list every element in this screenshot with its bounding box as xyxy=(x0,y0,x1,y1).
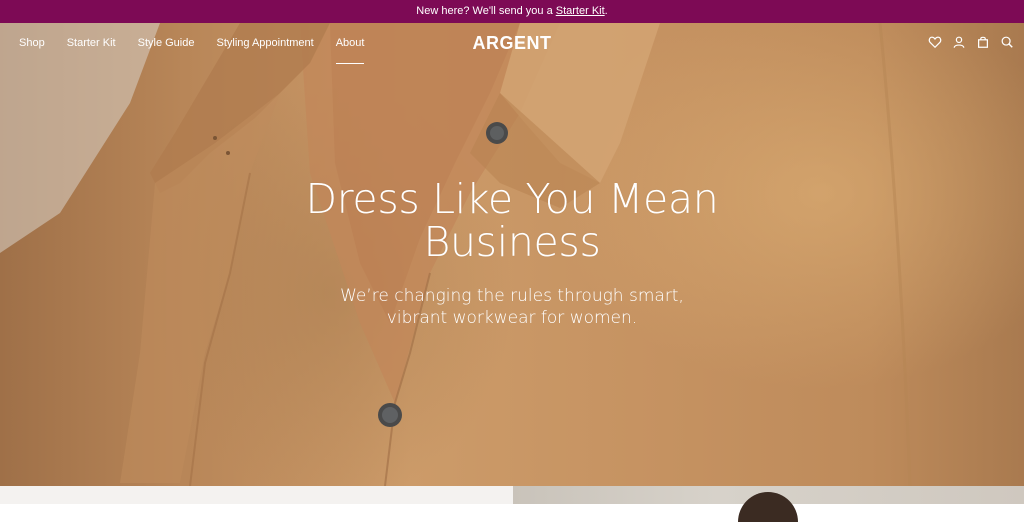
hero-text: Dress Like You Mean Business We’re chang… xyxy=(0,178,1024,329)
starter-kit-link[interactable]: Starter Kit xyxy=(556,5,605,17)
announcement-bar: New here? We'll send you a Starter Kit. xyxy=(0,0,1024,23)
next-section-right xyxy=(513,486,1024,522)
hero-subheadline: We’re changing the rules through smart, … xyxy=(340,286,684,328)
hero-headline: Dress Like You Mean Business xyxy=(305,175,719,266)
brand-logo[interactable]: ARGENT xyxy=(0,33,1024,54)
announcement-text: New here? We'll send you a xyxy=(416,5,556,17)
announcement-suffix: . xyxy=(604,5,608,17)
next-section-left xyxy=(0,486,513,504)
user-icon[interactable] xyxy=(952,35,966,49)
nav-icons xyxy=(928,35,1014,49)
heart-icon[interactable] xyxy=(928,35,942,49)
search-icon[interactable] xyxy=(1000,35,1014,49)
top-nav: Shop Starter Kit Style Guide Styling App… xyxy=(0,23,1024,64)
model-photo-preview xyxy=(738,492,798,522)
bag-icon[interactable] xyxy=(976,35,990,49)
